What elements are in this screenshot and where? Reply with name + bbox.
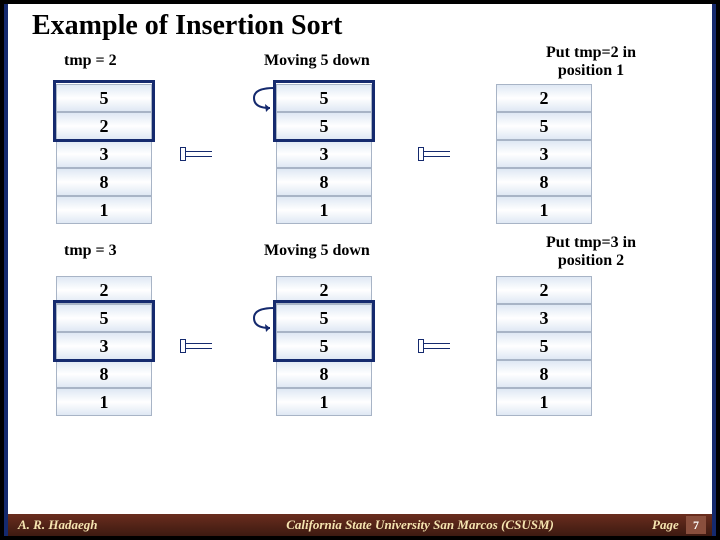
cell-r1c3-1: 5 [496,112,592,140]
arrow-r2-b [420,338,462,354]
cell-r1c3-3: 8 [496,168,592,196]
cell-r1c2-0: 5 [276,84,372,112]
cell-r2c3-1: 3 [496,304,592,332]
cell-r1c2-3: 8 [276,168,372,196]
footer-page-label: Page [652,517,679,532]
label-move5a: Moving 5 down [264,52,370,70]
label-tmp2: tmp = 2 [64,52,117,70]
arrow-r1-a [182,146,224,162]
cell-r2c3-0: 2 [496,276,592,304]
cell-r2c1-2: 3 [56,332,152,360]
cell-r1c2-2: 3 [276,140,372,168]
footer-page-number: 7 [686,516,706,534]
cell-r1c1-0: 5 [56,84,152,112]
arrow-r1-b [420,146,462,162]
cell-r2c3-2: 5 [496,332,592,360]
cell-r1c2-4: 1 [276,196,372,224]
cell-r2c2-4: 1 [276,388,372,416]
label-put3: Put tmp=3 in position 2 [526,234,656,271]
footer-university: California State University San Marcos (… [188,517,652,533]
label-put2: Put tmp=2 in position 1 [526,44,656,81]
cell-r2c3-3: 8 [496,360,592,388]
cell-r2c1-0: 2 [56,276,152,304]
cell-r1c2-1: 5 [276,112,372,140]
cell-r1c1-3: 8 [56,168,152,196]
cell-r2c2-0: 2 [276,276,372,304]
label-move5b: Moving 5 down [264,242,370,260]
cell-r2c2-2: 5 [276,332,372,360]
footer: A. R. Hadaegh California State Universit… [8,514,712,536]
cell-r1c1-2: 3 [56,140,152,168]
loop-arrow-r2c2 [248,302,278,332]
page-title: Example of Insertion Sort [8,4,712,42]
cell-r1c1-4: 1 [56,196,152,224]
cell-r2c3-4: 1 [496,388,592,416]
label-tmp3: tmp = 3 [64,242,117,260]
content-area: tmp = 2 Moving 5 down Put tmp=2 in posit… [8,44,712,504]
cell-r2c1-1: 5 [56,304,152,332]
cell-r2c1-4: 1 [56,388,152,416]
cell-r2c2-1: 5 [276,304,372,332]
cell-r1c3-4: 1 [496,196,592,224]
footer-page: Page 7 [652,516,712,534]
footer-author: A. R. Hadaegh [8,517,188,533]
cell-r2c2-3: 8 [276,360,372,388]
arrow-r2-a [182,338,224,354]
slide: Example of Insertion Sort tmp = 2 Moving… [4,4,716,536]
cell-r1c3-2: 3 [496,140,592,168]
loop-arrow-r1c2 [248,82,278,112]
cell-r1c1-1: 2 [56,112,152,140]
cell-r1c3-0: 2 [496,84,592,112]
cell-r2c1-3: 8 [56,360,152,388]
